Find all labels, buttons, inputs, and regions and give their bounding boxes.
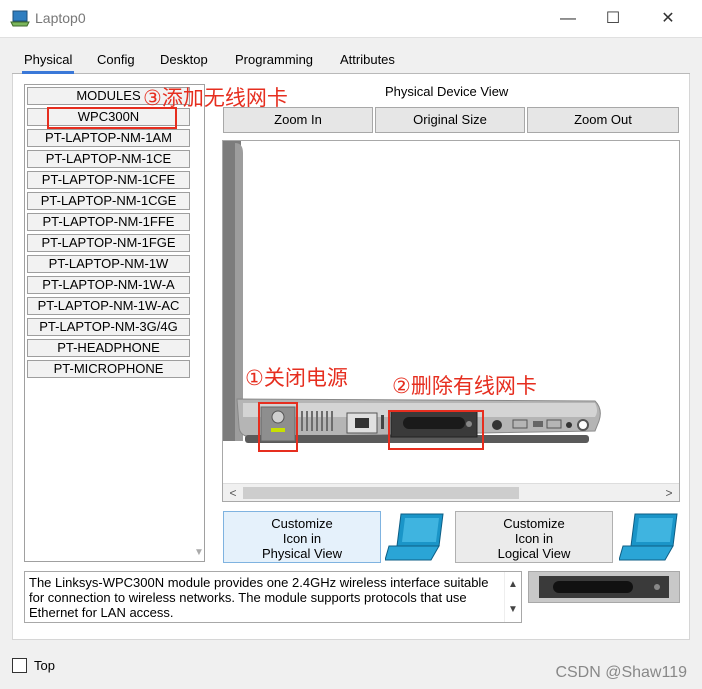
annotation-step2: ②删除有线网卡	[392, 374, 537, 398]
laptop-icon	[619, 513, 678, 561]
laptop-icon	[385, 513, 444, 561]
module-item[interactable]: PT-LAPTOP-NM-1FGE	[27, 234, 190, 252]
top-label: Top	[34, 658, 55, 673]
customize-logical-view-button[interactable]: Customize Icon in Logical View	[455, 511, 613, 563]
window-title: Laptop0	[35, 10, 86, 26]
module-item[interactable]: PT-LAPTOP-NM-1CGE	[27, 192, 190, 210]
close-button[interactable]: ✕	[648, 6, 688, 32]
modules-list: MODULES WPC300N PT-LAPTOP-NM-1AM PT-LAPT…	[24, 84, 205, 562]
description-scrollbar[interactable]: ▲ ▼	[504, 572, 521, 622]
top-checkbox[interactable]	[12, 658, 27, 673]
customize-physical-view-button[interactable]: Customize Icon in Physical View	[223, 511, 381, 563]
module-preview	[528, 571, 680, 603]
module-item[interactable]: PT-LAPTOP-NM-1W-A	[27, 276, 190, 294]
annotation-step3: ③添加无线网卡	[143, 86, 288, 110]
tab-config[interactable]: Config	[95, 52, 137, 74]
module-item[interactable]: PT-LAPTOP-NM-1CE	[27, 150, 190, 168]
original-size-button[interactable]: Original Size	[375, 107, 525, 133]
title-bar: Laptop0 — ☐ ✕	[0, 0, 702, 38]
annotation-step1: ①关闭电源	[245, 366, 348, 390]
module-item[interactable]: PT-LAPTOP-NM-1W-AC	[27, 297, 190, 315]
laptop-app-icon	[10, 10, 30, 27]
module-item[interactable]: PT-HEADPHONE	[27, 339, 190, 357]
annotation-box-module	[388, 410, 484, 450]
module-item[interactable]: PT-LAPTOP-NM-1W	[27, 255, 190, 273]
module-item[interactable]: PT-MICROPHONE	[27, 360, 190, 378]
tab-programming[interactable]: Programming	[233, 52, 315, 74]
chevron-right-icon[interactable]: >	[661, 485, 677, 501]
module-item[interactable]: PT-LAPTOP-NM-3G/4G	[27, 318, 190, 336]
scroll-thumb[interactable]	[243, 487, 519, 499]
watermark: CSDN @Shaw119	[555, 664, 687, 681]
module-item[interactable]: PT-LAPTOP-NM-1AM	[27, 129, 190, 147]
tab-attributes[interactable]: Attributes	[338, 52, 397, 74]
tab-desktop[interactable]: Desktop	[158, 52, 210, 74]
minimize-button[interactable]: —	[548, 6, 588, 32]
tab-bar: Physical Config Desktop Programming Attr…	[12, 48, 690, 74]
tab-physical[interactable]: Physical	[22, 52, 75, 74]
module-item[interactable]: PT-LAPTOP-NM-1FFE	[27, 213, 190, 231]
module-item[interactable]: PT-LAPTOP-NM-1CFE	[27, 171, 190, 189]
maximize-button[interactable]: ☐	[593, 6, 633, 32]
module-description: The Linksys-WPC300N module provides one …	[24, 571, 522, 623]
chevron-up-icon[interactable]: ▲	[505, 572, 521, 597]
chevron-left-icon[interactable]: <	[225, 485, 241, 501]
annotation-box-power	[258, 402, 298, 452]
physical-device-view-title: Physical Device View	[385, 84, 509, 99]
zoom-out-button[interactable]: Zoom Out	[527, 107, 679, 133]
description-text: The Linksys-WPC300N module provides one …	[29, 575, 489, 620]
physical-panel: MODULES WPC300N PT-LAPTOP-NM-1AM PT-LAPT…	[12, 74, 690, 640]
chevron-down-icon[interactable]: ▼	[193, 547, 205, 561]
chevron-down-icon[interactable]: ▼	[505, 597, 521, 622]
horizontal-scrollbar[interactable]: < >	[223, 483, 679, 501]
